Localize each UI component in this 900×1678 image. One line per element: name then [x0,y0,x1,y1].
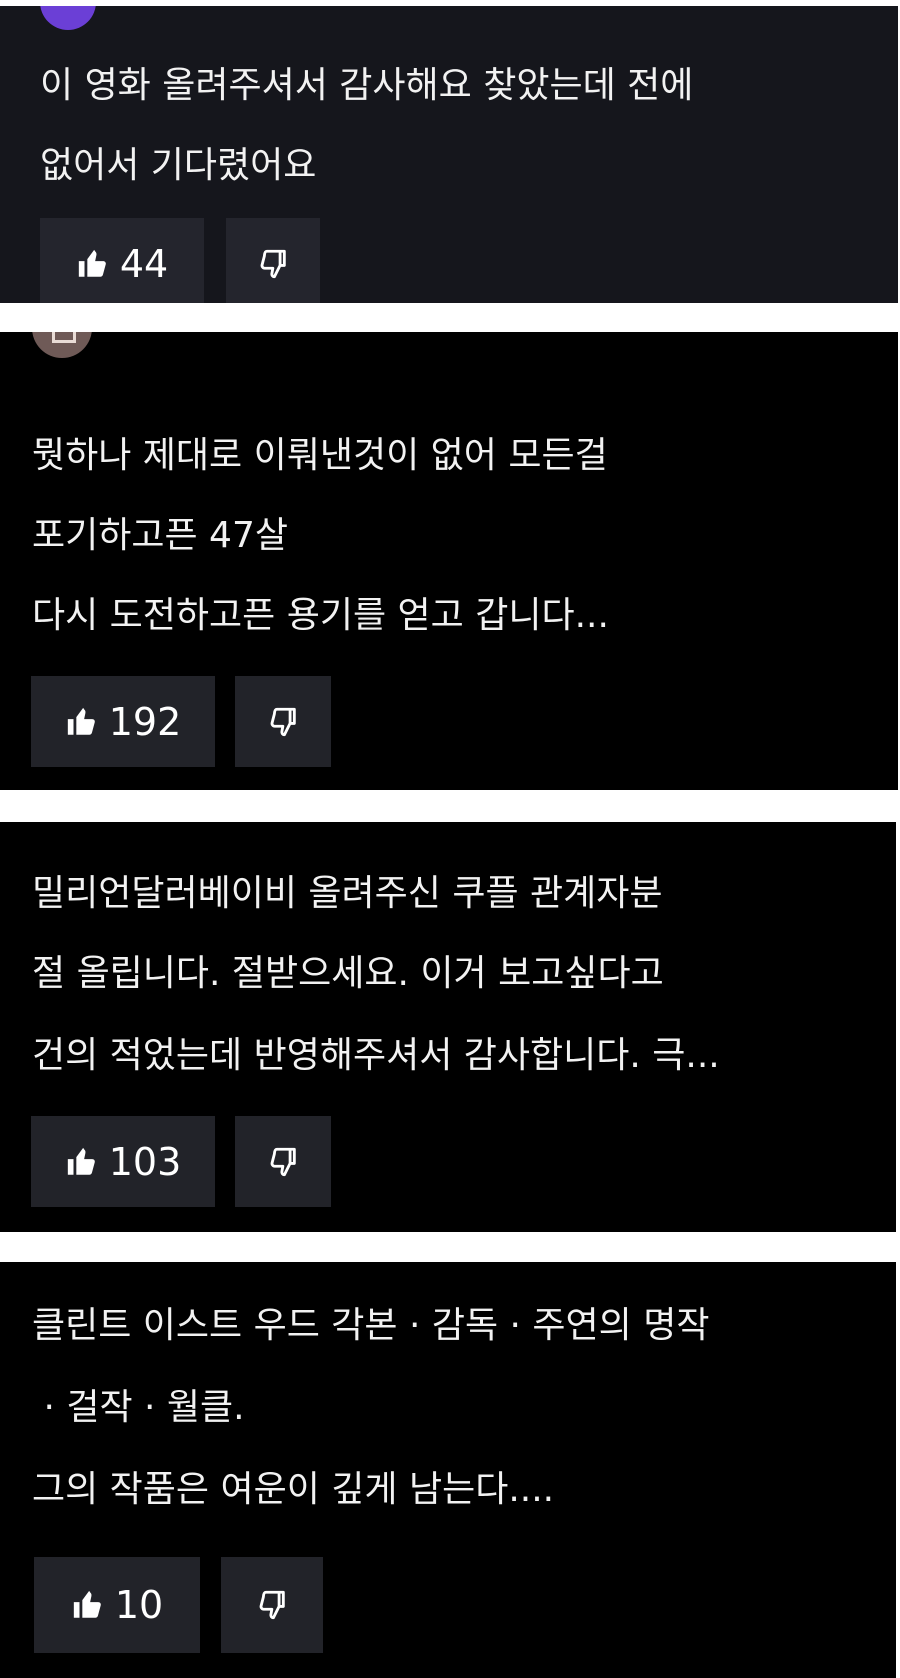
comment-text-line: 다시 도전하고픈 용기를 얻고 갑니다... [32,595,609,636]
thumbs-up-icon [76,247,110,281]
like-count: 103 [108,1139,182,1184]
like-count: 192 [108,699,182,744]
comment-text-line: 이 영화 올려주셔서 감사해요 찾았는데 전에 [40,65,694,106]
thumbs-down-icon [266,705,300,739]
comment-text-line: 포기하고픈 47살 [32,515,288,556]
comment-card: 이 영화 올려주셔서 감사해요 찾았는데 전에 없어서 기다렸어요 44 [0,6,898,303]
like-button[interactable]: 192 [31,676,215,767]
thumbs-up-icon [65,1145,99,1179]
avatar-initial-shape [52,332,76,343]
thumbs-down-icon [255,1588,289,1622]
thumbs-up-icon [71,1588,105,1622]
comment-card: 뭣하나 제대로 이뤄낸것이 없어 모든걸 포기하고픈 47살 다시 도전하고픈 … [0,332,898,790]
user-avatar[interactable] [32,332,92,358]
like-button[interactable]: 10 [34,1557,200,1653]
comment-text-line: 없어서 기다렸어요 [40,145,317,186]
user-avatar[interactable] [40,6,96,30]
comment-text-line: 그의 작품은 여운이 깊게 남는다.... [32,1469,555,1510]
like-button[interactable]: 103 [31,1116,215,1207]
comment-text-line: 밀리언달러베이비 올려주신 쿠플 관계자분 [32,873,663,914]
dislike-button[interactable] [235,676,331,767]
like-button[interactable]: 44 [40,218,204,303]
dislike-button[interactable] [235,1116,331,1207]
thumbs-down-icon [256,247,290,281]
comment-text-line: 뭣하나 제대로 이뤄낸것이 없어 모든걸 [32,435,608,476]
comment-text-line: 클린트 이스트 우드 각본 · 감독 · 주연의 명작 [32,1305,710,1346]
comment-text-line: 건의 적었는데 반영해주셔서 감사합니다. 극... [32,1035,720,1076]
comment-card: 클린트 이스트 우드 각본 · 감독 · 주연의 명작 · 걸작 · 월클. 그… [0,1262,896,1678]
comment-text-line: · 걸작 · 월클. [32,1387,245,1428]
like-count: 44 [119,241,169,286]
comment-card: 밀리언달러베이비 올려주신 쿠플 관계자분 절 올립니다. 절받으세요. 이거 … [0,822,896,1232]
thumbs-down-icon [266,1145,300,1179]
thumbs-up-icon [65,705,99,739]
like-count: 10 [114,1583,164,1627]
dislike-button[interactable] [226,218,320,303]
comment-text-line: 절 올립니다. 절받으세요. 이거 보고싶다고 [32,953,664,994]
dislike-button[interactable] [221,1557,323,1653]
